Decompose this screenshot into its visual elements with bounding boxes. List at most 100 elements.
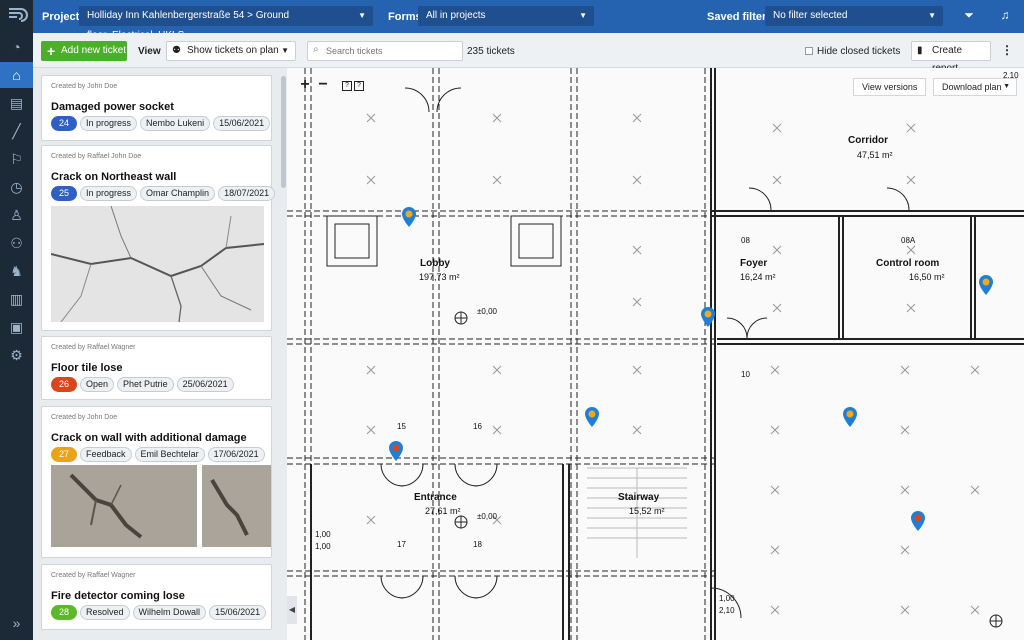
room-name: Entrance [414, 492, 457, 503]
plan-label: 08 [741, 236, 750, 245]
ticket-pin-icon[interactable] [978, 274, 994, 296]
saved-filters-label: Saved filters [707, 11, 773, 23]
user-icon[interactable]: ♙ [0, 202, 33, 228]
wall-damage-image [210, 478, 249, 536]
ticket-date: 15/06/2021 [209, 605, 267, 620]
app-logo-icon [9, 8, 28, 22]
tickets-icon[interactable]: ⌂ [0, 62, 33, 88]
floor-plan[interactable]: Lobby 197,73 m² Foyer 16,24 m² Control r… [287, 68, 1024, 640]
project-label: Project [42, 11, 80, 23]
team-icon[interactable]: ⚇ [0, 230, 33, 256]
ticket-status: Open [80, 377, 115, 392]
ticket-status: In progress [80, 186, 138, 201]
search-input[interactable] [326, 43, 456, 59]
ticket-created-by: Created by Raffael Wagner [51, 572, 136, 579]
ticket-assignee: Emil Bechtelar [134, 447, 205, 462]
saved-filters-select[interactable]: No filter selected ▼ [765, 6, 943, 26]
map-icon[interactable]: ⚐ [0, 146, 33, 172]
ticket-pin-icon[interactable] [401, 206, 417, 228]
search-box: ⌕ [307, 41, 463, 61]
ticket-date: 25/06/2021 [176, 377, 234, 392]
ticket-card[interactable]: Created by John Doe Crack on wall with a… [41, 406, 272, 558]
ticket-pin-icon[interactable] [388, 440, 404, 462]
level-label: ±0,00 [477, 512, 497, 521]
ticket-card[interactable]: Created by John Doe Damaged power socket… [41, 75, 272, 141]
download-plan-button[interactable]: Download plan ▼ [933, 78, 1017, 96]
room-name: Stairway [618, 492, 660, 503]
plan-label: 08A [901, 236, 916, 245]
chevron-down-icon: ▼ [1003, 83, 1010, 90]
room-name: Corridor [848, 135, 888, 146]
ticket-number-badge: 25 [51, 186, 78, 201]
more-options-icon[interactable]: ⋮ [1001, 43, 1013, 59]
room-area: 15,52 m² [629, 506, 665, 516]
chevron-down-icon: ▼ [281, 46, 289, 55]
ticket-pin-icon[interactable] [584, 406, 600, 428]
room-area: 16,50 m² [909, 272, 945, 282]
ticket-number-badge: 24 [51, 116, 78, 131]
settings-icon[interactable]: ⚙ [0, 342, 33, 368]
dashboard-icon[interactable]: ◔ [0, 34, 33, 60]
expand-sidebar-icon[interactable]: » [0, 610, 33, 636]
speed-icon[interactable]: ◷ [0, 174, 33, 200]
filter-icon[interactable]: ⏷ [961, 8, 977, 24]
ticket-title: Crack on Northeast wall [51, 171, 177, 183]
toolbar: + Add new ticket View ⚉ Show tickets on … [33, 33, 1024, 74]
create-report-button[interactable]: ▮ Create report [911, 41, 991, 74]
collapse-list-button[interactable]: ◀ [287, 596, 297, 624]
ticket-number-badge: 26 [51, 377, 78, 392]
ticket-assignee: Nembo Lukeni [140, 116, 211, 131]
clipboard-icon[interactable]: ▣ [0, 314, 33, 340]
plan-label: 16 [473, 422, 482, 431]
search-icon: ⌕ [313, 44, 319, 55]
left-sidebar: ◔ ⌂ ▤ ╱ ⚐ ◷ ♙ ⚇ ♞ ▥ ▣ ⚙ » [0, 0, 33, 640]
wall-crack-image [51, 206, 264, 322]
ticket-photo[interactable] [202, 465, 271, 547]
statistics-icon[interactable]: ▥ [0, 286, 33, 312]
level-label: ±0,00 [477, 307, 497, 316]
ticket-card[interactable]: Created by Raffael Wagner Floor tile los… [41, 336, 272, 400]
ticket-pin-icon[interactable] [910, 510, 926, 532]
ticket-title: Floor tile lose [51, 362, 123, 374]
room-name: Foyer [740, 258, 768, 269]
chevron-down-icon: ▼ [928, 11, 936, 20]
ticket-card[interactable]: Created by Raffael Wagner Fire detector … [41, 564, 272, 630]
document-icon: ▮ [917, 45, 923, 56]
ticket-title: Fire detector coming lose [51, 590, 185, 602]
view-versions-button[interactable]: View versions [853, 78, 927, 96]
ticket-count: 235 tickets [467, 46, 515, 57]
help-icon[interactable]: ? [354, 81, 364, 91]
forms-select-value: All in projects [426, 10, 486, 21]
room-name: Control room [876, 258, 940, 269]
plan-label: 2,10 [719, 606, 735, 615]
ruler-icon[interactable]: ╱ [0, 118, 33, 144]
ticket-date: 15/06/2021 [213, 116, 271, 131]
plan-label: 1,00 [315, 542, 331, 551]
ticket-status: In progress [80, 116, 138, 131]
plus-icon: + [47, 43, 56, 59]
plan-label: 17 [397, 540, 406, 549]
view-select-value: Show tickets on plan [187, 45, 279, 56]
zoom-out-button[interactable]: − [315, 77, 331, 94]
hide-closed-label: Hide closed tickets [817, 46, 901, 57]
plan-label: 1,00 [719, 594, 735, 603]
ticket-pin-icon[interactable] [700, 306, 716, 328]
fit-view-icon[interactable]: ? [342, 81, 352, 91]
zoom-in-button[interactable]: + [297, 77, 313, 94]
ticket-photo[interactable] [51, 206, 264, 322]
view-select[interactable]: ⚉ Show tickets on plan ▼ [166, 41, 296, 61]
ticket-photo[interactable] [51, 465, 197, 547]
list-scrollbar[interactable] [281, 76, 286, 188]
ticket-pin-icon[interactable] [842, 406, 858, 428]
ticket-card[interactable]: Created by Raffael John Doe Crack on Nor… [41, 145, 276, 331]
room-area: 27,61 m² [425, 506, 461, 516]
project-select[interactable]: Holliday Inn Kahlenbergerstraße 54 > Gro… [79, 6, 373, 41]
plans-icon[interactable]: ▤ [0, 90, 33, 116]
bell-icon[interactable]: ♫ [997, 8, 1013, 24]
hide-closed-checkbox[interactable] [805, 47, 813, 55]
add-ticket-button[interactable]: + Add new ticket [41, 41, 127, 61]
worker-icon[interactable]: ♞ [0, 258, 33, 284]
ticket-status: Resolved [80, 605, 130, 620]
ticket-created-by: Created by John Doe [51, 414, 118, 421]
forms-select[interactable]: All in projects ▼ [418, 6, 594, 26]
